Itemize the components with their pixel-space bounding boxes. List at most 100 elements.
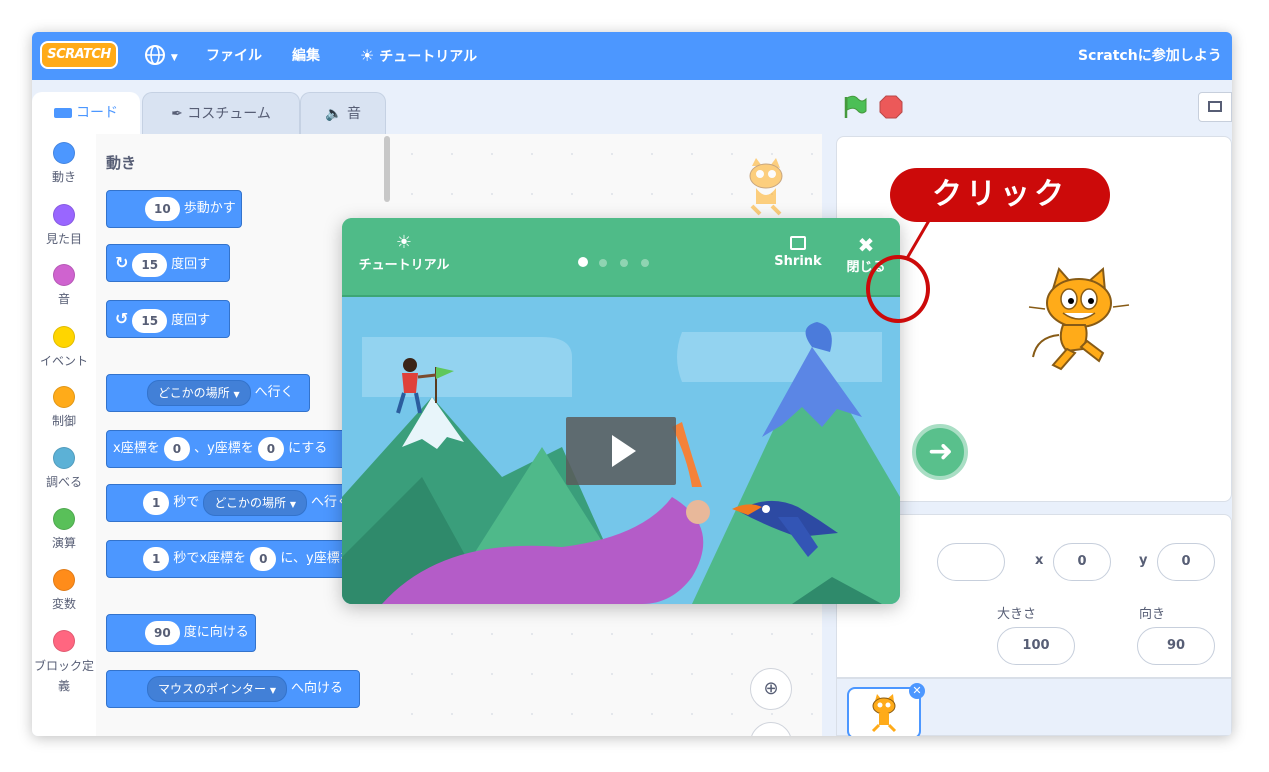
speaker-icon: 🔈 xyxy=(325,106,343,122)
turn-left-input[interactable]: 15 xyxy=(132,308,168,333)
scratch-logo[interactable]: SCRATCH xyxy=(40,41,118,69)
block-text: 度に向ける xyxy=(183,625,249,640)
glide-xy-secs-input[interactable]: 1 xyxy=(143,546,170,571)
tab-sounds[interactable]: 🔈 音 xyxy=(300,92,386,134)
zoom-in-button[interactable]: ⊕ xyxy=(750,668,792,710)
category-sound[interactable]: 音 xyxy=(32,264,96,307)
category-dot xyxy=(53,386,75,408)
rotate-left-icon: ↺ xyxy=(115,309,129,328)
category-looks[interactable]: 見た目 xyxy=(32,204,96,247)
category-operators[interactable]: 演算 xyxy=(32,508,96,551)
category-events[interactable]: イベント xyxy=(32,326,96,369)
block-move-steps[interactable]: 10 歩動かす xyxy=(106,190,242,228)
category-my-blocks[interactable]: ブロック定義 xyxy=(32,630,96,696)
block-point-direction[interactable]: 90 度に向ける xyxy=(106,614,256,652)
shrink-icon xyxy=(790,236,806,250)
block-go-to[interactable]: どこかの場所 ▼ へ行く xyxy=(106,374,310,412)
category-label: イベント xyxy=(39,354,88,368)
direction-input[interactable]: 90 xyxy=(145,620,180,645)
block-turn-left[interactable]: ↺ 15 度回す xyxy=(106,300,230,338)
arrow-right-icon: ➜ xyxy=(928,434,954,469)
stop-icon[interactable] xyxy=(878,94,904,120)
step-dot[interactable] xyxy=(620,259,629,267)
shrink-label: Shrink xyxy=(774,254,822,269)
block-text: 秒で xyxy=(173,495,200,510)
join-scratch-link[interactable]: Scratchに参加しよう xyxy=(1078,32,1222,80)
category-label: ブロック定義 xyxy=(34,659,95,693)
go-to-dropdown[interactable]: どこかの場所 ▼ xyxy=(147,379,251,406)
category-dot xyxy=(53,447,75,469)
category-label: 見た目 xyxy=(45,232,82,246)
tutorials-button[interactable]: ☀ チュートリアル xyxy=(356,232,452,273)
cat-sprite-icon[interactable] xyxy=(1023,265,1135,373)
tutorial-video[interactable] xyxy=(342,297,900,604)
block-go-to-xy[interactable]: x座標を 0 、y座標を 0 にする xyxy=(106,430,354,468)
size-input[interactable]: 100 xyxy=(997,627,1075,665)
delete-sprite-icon[interactable]: ✕ xyxy=(909,683,925,699)
category-label: 変数 xyxy=(51,597,76,611)
category-dot xyxy=(53,204,75,226)
rotate-right-icon: ↻ xyxy=(115,253,129,272)
language-menu[interactable]: ▼ xyxy=(144,32,178,80)
palette-section-title: 動き xyxy=(106,154,137,172)
category-variables[interactable]: 変数 xyxy=(32,569,96,612)
green-flag-icon[interactable] xyxy=(842,94,868,120)
block-text: 歩動かす xyxy=(183,201,236,216)
block-text: 度回す xyxy=(171,257,211,272)
turn-right-input[interactable]: 15 xyxy=(132,252,168,277)
category-label: 音 xyxy=(57,292,70,306)
category-dot xyxy=(53,508,75,530)
stage-size-toggle[interactable] xyxy=(1198,92,1232,122)
block-point-towards[interactable]: マウスのポインター ▼ へ向ける xyxy=(106,670,360,708)
move-steps-input[interactable]: 10 xyxy=(145,196,180,221)
sprite-name-input[interactable] xyxy=(937,543,1005,581)
step-dot[interactable] xyxy=(599,259,608,267)
block-glide-to[interactable]: 1 秒で どこかの場所 ▼ へ行く xyxy=(106,484,382,522)
point-towards-dropdown[interactable]: マウスのポインター ▼ xyxy=(147,675,287,702)
zoom-out-button[interactable]: ⊖ xyxy=(750,722,792,736)
category-sensing[interactable]: 調べる xyxy=(32,447,96,490)
tutorial-header: ☀ チュートリアル Shrink ✖ 閉じる xyxy=(342,218,900,297)
y-label: y xyxy=(1139,553,1148,568)
next-step-button[interactable]: ➜ xyxy=(912,424,968,480)
block-glide-to-xy[interactable]: 1 秒でx座標を 0 に、y座標を xyxy=(106,540,382,578)
tab-costumes-label: コスチューム xyxy=(187,106,271,122)
sprite-thumbnail[interactable]: ✕ xyxy=(847,683,925,736)
step-indicator xyxy=(578,252,650,271)
tab-code[interactable]: コード xyxy=(32,92,140,134)
lightbulb-icon: ☀ xyxy=(360,46,375,65)
step-dot[interactable] xyxy=(641,259,650,267)
glide-dropdown[interactable]: どこかの場所 ▼ xyxy=(203,489,307,516)
palette-scrollbar[interactable] xyxy=(384,136,390,202)
tab-code-label: コード xyxy=(76,105,118,121)
y-input[interactable]: 0 xyxy=(257,436,285,461)
direction-input[interactable]: 90 xyxy=(1137,627,1215,665)
edit-menu[interactable]: 編集 xyxy=(292,32,320,80)
shrink-button[interactable]: Shrink xyxy=(770,236,826,269)
glide-x-input[interactable]: 0 xyxy=(250,546,277,571)
cat-sprite-thumbnail-icon xyxy=(871,694,897,733)
tutorial-card: ☀ チュートリアル Shrink ✖ 閉じる xyxy=(342,218,900,604)
block-text: へ行く xyxy=(254,385,294,400)
glide-secs-input[interactable]: 1 xyxy=(143,490,170,515)
tab-sounds-label: 音 xyxy=(346,106,361,122)
x-input[interactable]: 0 xyxy=(163,436,191,461)
tab-costumes[interactable]: ✒ コスチューム xyxy=(142,92,300,134)
tutorials-label: チュートリアル xyxy=(379,49,478,65)
block-text: 、y座標を xyxy=(194,441,254,456)
category-motion[interactable]: 動き xyxy=(32,142,96,185)
block-text: x座標を xyxy=(113,441,160,456)
brush-icon: ✒ xyxy=(171,106,183,122)
close-icon: ✖ xyxy=(857,233,875,257)
x-position-input[interactable]: 0 xyxy=(1053,543,1111,581)
category-control[interactable]: 制御 xyxy=(32,386,96,429)
category-dot xyxy=(53,142,75,164)
tutorials-menu[interactable]: ☀ チュートリアル xyxy=(360,32,477,80)
block-turn-right[interactable]: ↻ 15 度回す xyxy=(106,244,230,282)
step-dot-active[interactable] xyxy=(578,257,588,267)
file-menu[interactable]: ファイル xyxy=(206,32,262,80)
block-text: 度回す xyxy=(171,313,211,328)
block-text: へ向ける xyxy=(291,681,344,696)
dropdown-value: どこかの場所 xyxy=(158,385,230,400)
y-position-input[interactable]: 0 xyxy=(1157,543,1215,581)
